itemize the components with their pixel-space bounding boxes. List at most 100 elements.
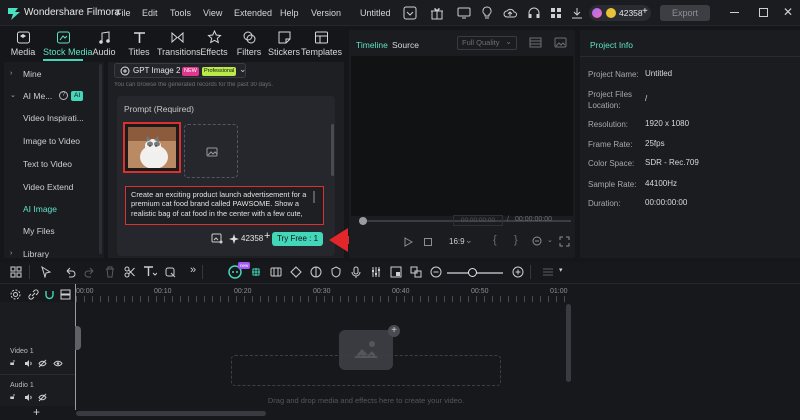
close-icon[interactable]: ✕ <box>783 5 793 19</box>
eye-icon[interactable] <box>53 359 63 368</box>
tool-titles[interactable]: Titles <box>119 30 159 58</box>
model-selector[interactable]: GPT Image 2 NEW Professional ⌄ <box>114 63 247 78</box>
tool-audio[interactable]: Audio <box>84 30 124 58</box>
download-icon[interactable] <box>570 6 584 20</box>
timeline-vertical-scrollbar[interactable] <box>566 304 571 382</box>
settings-icon[interactable] <box>10 289 21 300</box>
stop-icon[interactable] <box>423 237 433 247</box>
sidebar-item-video-extend[interactable]: Video Extend <box>4 176 104 198</box>
speaker-icon[interactable] <box>24 359 33 368</box>
zoom-slider-handle[interactable] <box>468 268 477 277</box>
sidebar-item-my-files[interactable]: My Files <box>4 220 104 242</box>
sidebar-item-mine[interactable]: › Mine <box>4 63 104 85</box>
lightbulb-icon[interactable] <box>480 6 494 20</box>
audio-mixer-icon[interactable] <box>370 266 382 278</box>
monitor-icon[interactable] <box>457 6 471 20</box>
tool-templates[interactable]: Templates <box>301 30 342 58</box>
link-icon[interactable] <box>28 289 39 300</box>
zoom-in-icon[interactable] <box>512 266 524 278</box>
picture-in-picture-icon[interactable] <box>390 266 402 278</box>
delete-icon[interactable] <box>104 266 116 278</box>
sidebar-item-video-inspiration[interactable]: Video Inspirati... <box>4 107 104 129</box>
tool-media[interactable]: Media <box>3 30 43 58</box>
layout-grid-icon[interactable] <box>10 266 22 278</box>
prompt-card-scrollbar[interactable] <box>331 124 334 176</box>
replace-icon[interactable] <box>410 266 422 278</box>
tool-stock-media[interactable]: Stock Media <box>43 30 93 58</box>
image-settings-icon[interactable] <box>211 233 223 244</box>
menu-extended[interactable]: Extended <box>234 8 272 18</box>
image-view-icon[interactable] <box>554 37 567 48</box>
try-free-button[interactable]: Try Free : 1 <box>272 232 323 246</box>
speaker-icon[interactable] <box>24 393 33 402</box>
grid-apps-icon[interactable] <box>549 6 563 20</box>
mark-in-icon[interactable]: { <box>493 234 497 246</box>
add-image-slot[interactable] <box>184 124 238 178</box>
headset-icon[interactable] <box>527 6 541 20</box>
menu-help[interactable]: Help <box>280 8 299 18</box>
preview-viewport[interactable] <box>351 56 573 216</box>
lock-icon[interactable]: 🔓︎ <box>10 392 15 402</box>
chevron-down-icon[interactable]: ⌄ <box>547 236 553 244</box>
timeline-horizontal-scrollbar[interactable] <box>76 411 266 416</box>
menu-version[interactable]: Version <box>311 8 341 18</box>
split-icon[interactable] <box>124 266 136 278</box>
tool-effects[interactable]: Effects <box>194 30 234 58</box>
menu-tools[interactable]: Tools <box>170 8 191 18</box>
undo-icon[interactable] <box>64 266 76 278</box>
sidebar-item-text-to-video[interactable]: Text to Video <box>4 153 104 175</box>
tool-filters[interactable]: Filters <box>229 30 269 58</box>
drop-zone[interactable] <box>231 355 501 386</box>
crop-icon[interactable] <box>164 266 176 278</box>
sidebar-scrollbar[interactable] <box>99 64 102 254</box>
add-media-icon[interactable]: + <box>388 325 400 337</box>
lock-icon[interactable]: 🔓︎ <box>10 358 15 368</box>
snapshot-grid-icon[interactable] <box>529 37 542 48</box>
add-credits-icon[interactable]: + <box>642 6 648 17</box>
tool-transitions[interactable]: Transitions <box>157 30 201 58</box>
menu-edit[interactable]: Edit <box>142 8 158 18</box>
sidebar-item-ai-media[interactable]: ⌄ AI Me... ? AI <box>4 85 104 107</box>
quality-dropdown[interactable]: Full Quality ⌄ <box>457 36 517 50</box>
sidebar-item-ai-image[interactable]: AI Image <box>4 198 104 220</box>
add-credits-icon[interactable]: + <box>264 230 270 242</box>
smart-cut-icon[interactable] <box>250 266 262 278</box>
track-layout-icon[interactable] <box>60 289 71 300</box>
sidebar-item-library[interactable]: › Library <box>4 243 104 258</box>
microphone-icon[interactable] <box>350 266 362 278</box>
aspect-ratio[interactable]: 16:9 <box>449 237 465 246</box>
hide-track-icon[interactable] <box>38 393 47 402</box>
chevron-down-icon[interactable]: ⌄ <box>465 235 473 246</box>
hide-track-icon[interactable] <box>38 359 47 368</box>
gift-icon[interactable] <box>430 6 444 20</box>
tab-source[interactable]: Source <box>392 40 419 50</box>
track-list-icon[interactable] <box>542 266 554 278</box>
add-track-icon[interactable]: + <box>33 405 40 419</box>
menu-file[interactable]: File <box>116 8 131 18</box>
help-icon[interactable]: ? <box>59 91 68 100</box>
export-button[interactable]: Export <box>660 5 710 21</box>
more-tools-icon[interactable]: » <box>190 264 196 276</box>
select-tool-icon[interactable] <box>40 266 52 278</box>
color-match-icon[interactable] <box>310 266 322 278</box>
redo-icon[interactable] <box>84 266 96 278</box>
play-icon[interactable] <box>403 237 413 247</box>
minimize-icon[interactable] <box>730 12 739 13</box>
tab-timeline[interactable]: Timeline <box>356 40 388 50</box>
tool-stickers[interactable]: Stickers <box>264 30 304 58</box>
zoom-icon[interactable] <box>532 236 543 247</box>
prompt-textarea[interactable]: Create an exciting product launch advert… <box>125 186 324 225</box>
magnet-icon[interactable] <box>44 289 55 300</box>
reference-image-thumbnail[interactable] <box>123 122 181 173</box>
scrubber-handle[interactable] <box>359 217 367 225</box>
credits-pill[interactable]: 42358 + <box>589 5 651 21</box>
chevron-down-icon[interactable]: ▾ <box>559 266 563 274</box>
fullscreen-icon[interactable] <box>559 236 570 247</box>
scene-detect-icon[interactable] <box>270 266 282 278</box>
keyframe-icon[interactable] <box>290 266 302 278</box>
text-tool-icon[interactable] <box>143 265 157 278</box>
menu-view[interactable]: View <box>203 8 222 18</box>
mark-out-icon[interactable]: } <box>514 234 518 246</box>
shield-icon[interactable] <box>330 266 342 278</box>
cloud-upload-icon[interactable] <box>503 6 517 20</box>
